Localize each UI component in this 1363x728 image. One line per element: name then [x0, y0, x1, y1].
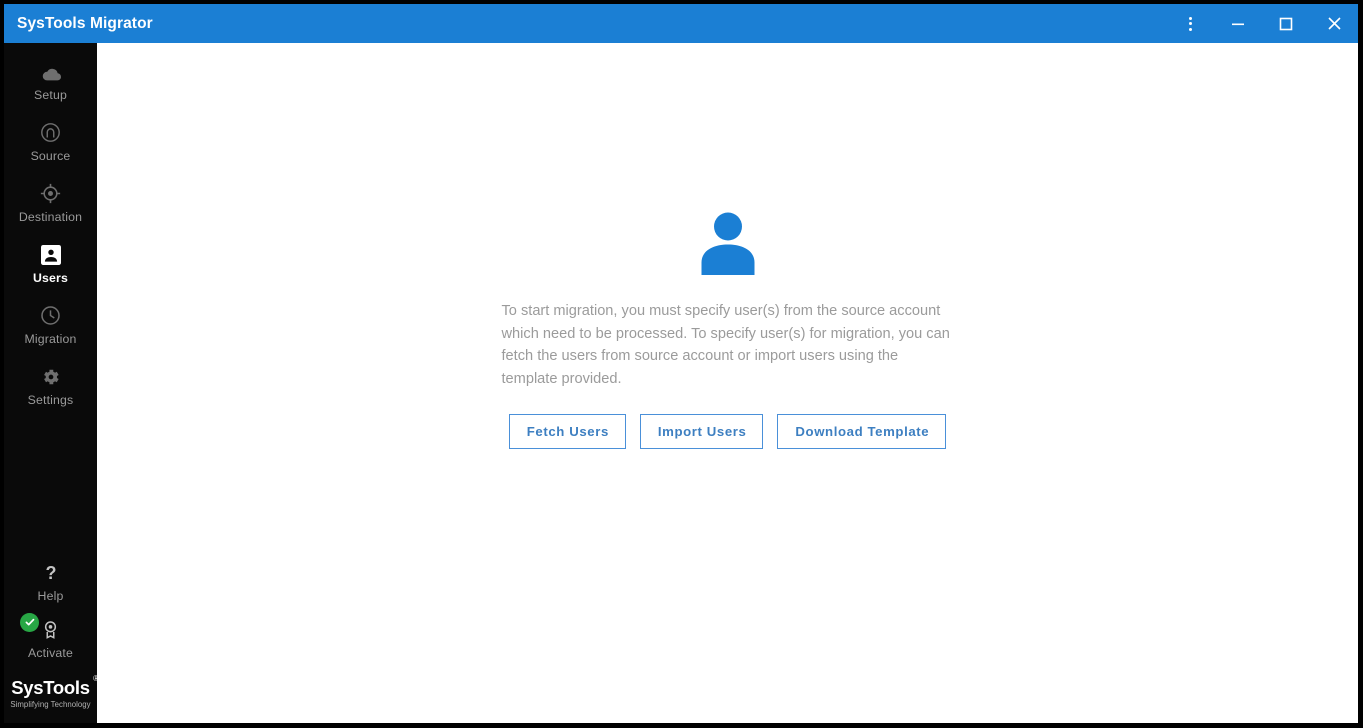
sidebar-item-label: Help — [37, 588, 64, 603]
cloud-icon — [40, 60, 62, 82]
badge-icon — [41, 618, 60, 640]
question-mark-icon: ? — [42, 561, 60, 583]
sidebar-item-label: Migration — [24, 332, 77, 346]
users-empty-state: To start migration, you must specify use… — [97, 43, 1358, 449]
minimize-button[interactable] — [1214, 4, 1262, 43]
sidebar-item-settings[interactable]: Settings — [4, 359, 97, 414]
clock-icon — [40, 304, 61, 326]
close-button[interactable] — [1310, 4, 1358, 43]
more-options-button[interactable] — [1166, 4, 1214, 43]
logo-tagline: Simplifying Technology — [10, 700, 91, 709]
activated-check-icon — [20, 612, 39, 632]
sidebar-item-source[interactable]: Source — [4, 115, 97, 170]
app-window: SysTools Migrator Setup Source Destinati… — [4, 4, 1358, 723]
window-controls — [1166, 4, 1358, 43]
user-avatar-icon — [693, 205, 763, 275]
target-icon — [40, 182, 61, 204]
sidebar-item-help[interactable]: ? Help — [4, 555, 97, 610]
logo-wordmark: SysTools ® — [11, 674, 99, 698]
fetch-users-button[interactable]: Fetch Users — [508, 414, 626, 449]
gear-icon — [41, 365, 61, 387]
main-content: To start migration, you must specify use… — [97, 43, 1358, 723]
sidebar-item-label: Setup — [34, 88, 67, 102]
sidebar-item-label: Activate — [28, 645, 73, 660]
sidebar-item-label: Settings — [27, 393, 74, 407]
account-box-icon — [40, 243, 61, 265]
sidebar-item-label: Source — [30, 149, 71, 163]
sidebar-item-setup[interactable]: Setup — [4, 54, 97, 109]
source-arch-icon — [40, 121, 61, 143]
sidebar-item-destination[interactable]: Destination — [4, 176, 97, 231]
import-users-button[interactable]: Import Users — [639, 414, 764, 449]
sidebar-item-activate[interactable]: Activate — [4, 612, 97, 667]
sidebar: Setup Source Destination Users Migration… — [4, 43, 99, 724]
title-bar: SysTools Migrator — [4, 4, 1358, 43]
download-template-button[interactable]: Download Template — [777, 414, 947, 449]
instruction-text: To start migration, you must specify use… — [501, 303, 950, 387]
svg-text:?: ? — [45, 563, 56, 583]
maximize-icon — [1279, 17, 1293, 31]
sidebar-item-users[interactable]: Users — [4, 237, 97, 292]
sidebar-footer: ? Help Activate SysTools ® Simplifying T… — [4, 555, 99, 724]
sidebar-item-migration[interactable]: Migration — [4, 298, 97, 353]
sidebar-nav: Setup Source Destination Users Migration… — [4, 43, 97, 414]
systools-logo: SysTools ® Simplifying Technology — [4, 669, 99, 724]
action-buttons: Fetch Users Import Users Download Templa… — [508, 414, 947, 449]
sidebar-item-label: Users — [33, 271, 68, 285]
sidebar-item-activate-wrapper: Activate — [4, 612, 97, 667]
logo-name: SysTools — [11, 676, 90, 698]
sidebar-item-label: Destination — [18, 210, 83, 224]
close-icon — [1327, 16, 1342, 31]
minimize-icon — [1231, 17, 1245, 31]
vertical-dots-icon — [1188, 16, 1192, 31]
app-title: SysTools Migrator — [17, 14, 153, 32]
maximize-button[interactable] — [1262, 4, 1310, 43]
